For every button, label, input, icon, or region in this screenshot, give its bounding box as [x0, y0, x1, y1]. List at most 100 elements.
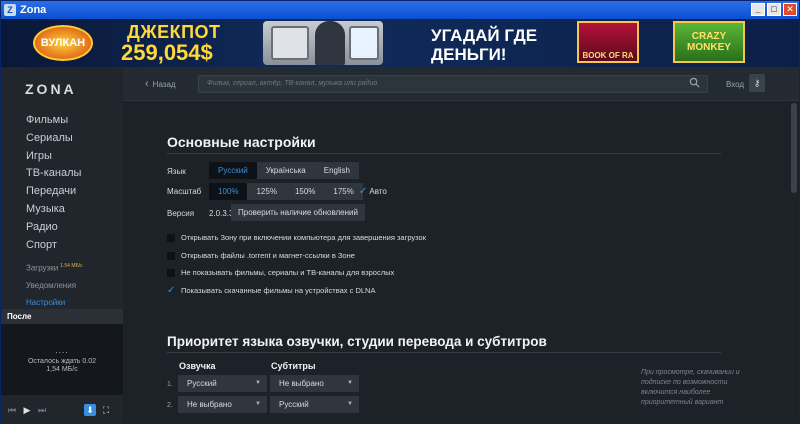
divider [167, 153, 721, 154]
scale-option-125[interactable]: 125% [247, 183, 286, 200]
voice-column-header: Озвучка [179, 361, 216, 371]
zona-app-icon: Z [4, 4, 16, 16]
after-panel-wait: Осталось ждать 0.02 [27, 358, 97, 365]
auto-scale-label: Авто [369, 187, 387, 196]
downloads-label: Загрузки [26, 263, 59, 273]
language-option-english[interactable]: English [314, 162, 359, 179]
divider [167, 352, 721, 353]
subs-select-1-value: Не выбрано [279, 379, 324, 388]
checkbox-autostart[interactable]: Открывать Зону при включении компьютера … [167, 233, 426, 242]
language-option-ukrainian[interactable]: Українська [256, 162, 315, 179]
sidebar-item-sport[interactable]: Спорт [26, 237, 81, 255]
title-bar: Z Zona _ □ ✕ [1, 1, 799, 19]
check-updates-button[interactable]: Проверить наличие обновлений [231, 204, 365, 221]
sidebar-item-music[interactable]: Музыка [26, 201, 81, 219]
sidebar-item-series[interactable]: Сериалы [26, 130, 81, 148]
version-value: 2.0.3.3 [209, 209, 234, 218]
window-controls: _ □ ✕ [751, 3, 797, 16]
sidebar-item-shows[interactable]: Передачи [26, 183, 81, 201]
top-bar: ‹ Назад Фильм, сериал, актёр, ТВ-канал, м… [123, 67, 799, 101]
checkbox-torrent-label: Открывать файлы .torrent и магнет-ссылки… [181, 251, 355, 260]
sidebar-item-settings[interactable]: Настройки [26, 298, 65, 307]
downloads-speed-badge: 1.54 МБ/с [60, 263, 83, 269]
vulkan-logo: ВУЛКАН [33, 25, 93, 61]
caret-down-icon: ▼ [255, 401, 261, 407]
after-download-panel: После .... Осталось ждать 0.02 1,54 МБ/с [1, 309, 123, 395]
sidebar-item-games[interactable]: Игры [26, 148, 81, 166]
voice-select-1[interactable]: Русский ▼ [178, 375, 267, 392]
download-icon[interactable]: ⬇ [84, 404, 96, 416]
search-icon[interactable] [689, 77, 700, 88]
zona-logo[interactable]: ZONA [25, 81, 77, 97]
version-label: Версия [167, 209, 195, 218]
minimize-button[interactable]: _ [751, 3, 765, 16]
jackpot-value: 259,054$ [121, 40, 213, 65]
man-illustration [315, 21, 345, 65]
voice-select-2[interactable]: Не выбрано ▼ [178, 396, 267, 413]
slot-game-book-of-ra[interactable]: BOOK OF RA [577, 21, 639, 63]
after-panel-speed: 1,54 МБ/с [46, 366, 78, 373]
section-title-priority: Приоритет языка озвучки, студии перевода… [167, 334, 547, 349]
safe-door-right [349, 26, 379, 60]
safe-illustration [263, 21, 383, 65]
scrollbar-thumb[interactable] [791, 103, 797, 193]
voice-select-2-value: Не выбрано [187, 400, 232, 409]
sidebar-item-notifications[interactable]: Уведомления [26, 281, 76, 290]
priority-note: При просмотре, скачивании и подписке по … [641, 369, 740, 406]
scale-option-100[interactable]: 100% [209, 183, 248, 200]
caret-down-icon: ▼ [347, 401, 353, 407]
sidebar-item-downloads[interactable]: Загрузки 1.54 МБ/с [26, 263, 83, 273]
subs-select-2[interactable]: Русский ▼ [270, 396, 359, 413]
after-panel-dots: .... [55, 346, 69, 355]
caret-down-icon: ▼ [255, 380, 261, 386]
checkbox-box[interactable] [167, 251, 175, 260]
settings-page: Основные настройки Язык Русский Українсь… [123, 102, 797, 423]
sidebar-item-movies[interactable]: Фильмы [26, 112, 81, 130]
sidebar-nav: Фильмы Сериалы Игры ТВ-каналы Передачи М… [26, 112, 81, 254]
slot-game-crazy-monkey[interactable]: CRAZY MONKEY [673, 21, 745, 63]
maximize-button[interactable]: □ [767, 3, 781, 16]
auto-scale-checkbox[interactable]: ✓ Авто [359, 186, 387, 197]
checkbox-dlna[interactable]: ✓ Показывать скачанные фильмы на устройст… [167, 285, 376, 295]
checkbox-torrent[interactable]: Открывать файлы .torrent и магнет-ссылки… [167, 251, 355, 260]
checkbox-dlna-label: Показывать скачанные фильмы на устройств… [181, 286, 376, 295]
close-button[interactable]: ✕ [783, 3, 797, 16]
after-panel-title: После [1, 309, 123, 324]
ad-banner[interactable]: ВУЛКАН ДЖЕКПОТ 259,054$ УГАДАЙ ГДЕ ДЕНЬГ… [1, 19, 799, 67]
checkbox-box[interactable] [167, 268, 175, 277]
window-title: Zona [20, 4, 47, 16]
checkmark-icon[interactable]: ✓ [167, 285, 175, 295]
safe-door-left [271, 26, 309, 60]
login-key-icon[interactable]: ⚷ [749, 74, 765, 92]
scale-label: Масштаб [167, 187, 202, 196]
sidebar-item-tv[interactable]: ТВ-каналы [26, 165, 81, 183]
play-icon[interactable]: ▶ [22, 405, 32, 416]
language-selector: Русский Українська English [209, 162, 359, 179]
checkbox-adult-filter[interactable]: Не показывать фильмы, сериалы и ТВ-канал… [167, 268, 394, 277]
checkmark-icon: ✓ [359, 186, 368, 197]
checkbox-autostart-label: Открывать Зону при включении компьютера … [181, 233, 426, 242]
checkbox-box[interactable] [167, 233, 175, 242]
scale-option-150[interactable]: 150% [285, 183, 325, 200]
caret-down-icon: ▼ [347, 380, 353, 386]
next-icon[interactable]: ⏭ [37, 405, 47, 416]
priority-number: 1. [167, 381, 173, 388]
language-option-russian[interactable]: Русский [209, 162, 257, 179]
player-controls: ⏮ ▶ ⏭ ⬇ ⛶ [1, 397, 123, 423]
scale-selector: 100% 125% 150% 175% [209, 183, 363, 200]
sidebar-item-radio[interactable]: Радио [26, 219, 81, 237]
language-label: Язык [167, 167, 186, 176]
subs-select-1[interactable]: Не выбрано ▼ [270, 375, 359, 392]
checkbox-adult-filter-label: Не показывать фильмы, сериалы и ТВ-канал… [181, 268, 395, 277]
back-button[interactable]: ‹ Назад [145, 78, 176, 90]
subs-column-header: Субтитры [271, 361, 316, 371]
subs-select-2-value: Русский [279, 400, 309, 409]
chevron-left-icon: ‹ [145, 78, 149, 90]
previous-icon[interactable]: ⏮ [7, 405, 17, 416]
scale-option-175[interactable]: 175% [324, 183, 363, 200]
search-input[interactable]: Фильм, сериал, актёр, ТВ-канал, музыка и… [198, 75, 708, 93]
fullscreen-icon[interactable]: ⛶ [101, 405, 111, 416]
back-label: Назад [152, 80, 176, 89]
content-scrollbar[interactable] [790, 101, 799, 423]
login-link[interactable]: Вход [726, 80, 744, 89]
